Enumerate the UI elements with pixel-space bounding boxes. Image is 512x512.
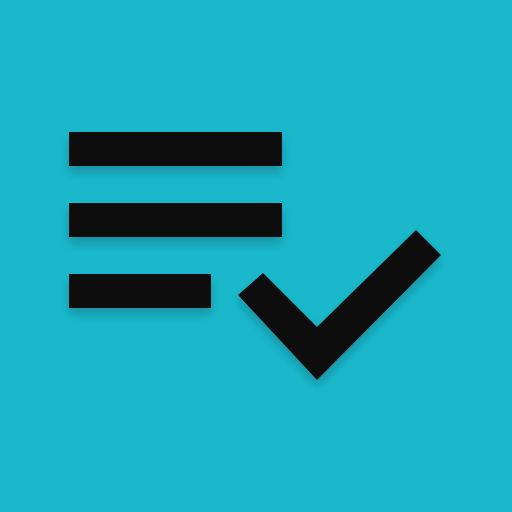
list-line-3 xyxy=(69,274,211,308)
checkmark-icon xyxy=(238,230,441,380)
list-line-2 xyxy=(69,203,282,237)
list-line-1 xyxy=(69,132,282,166)
app-icon-background xyxy=(0,0,512,512)
playlist-add-check-icon xyxy=(69,132,441,380)
